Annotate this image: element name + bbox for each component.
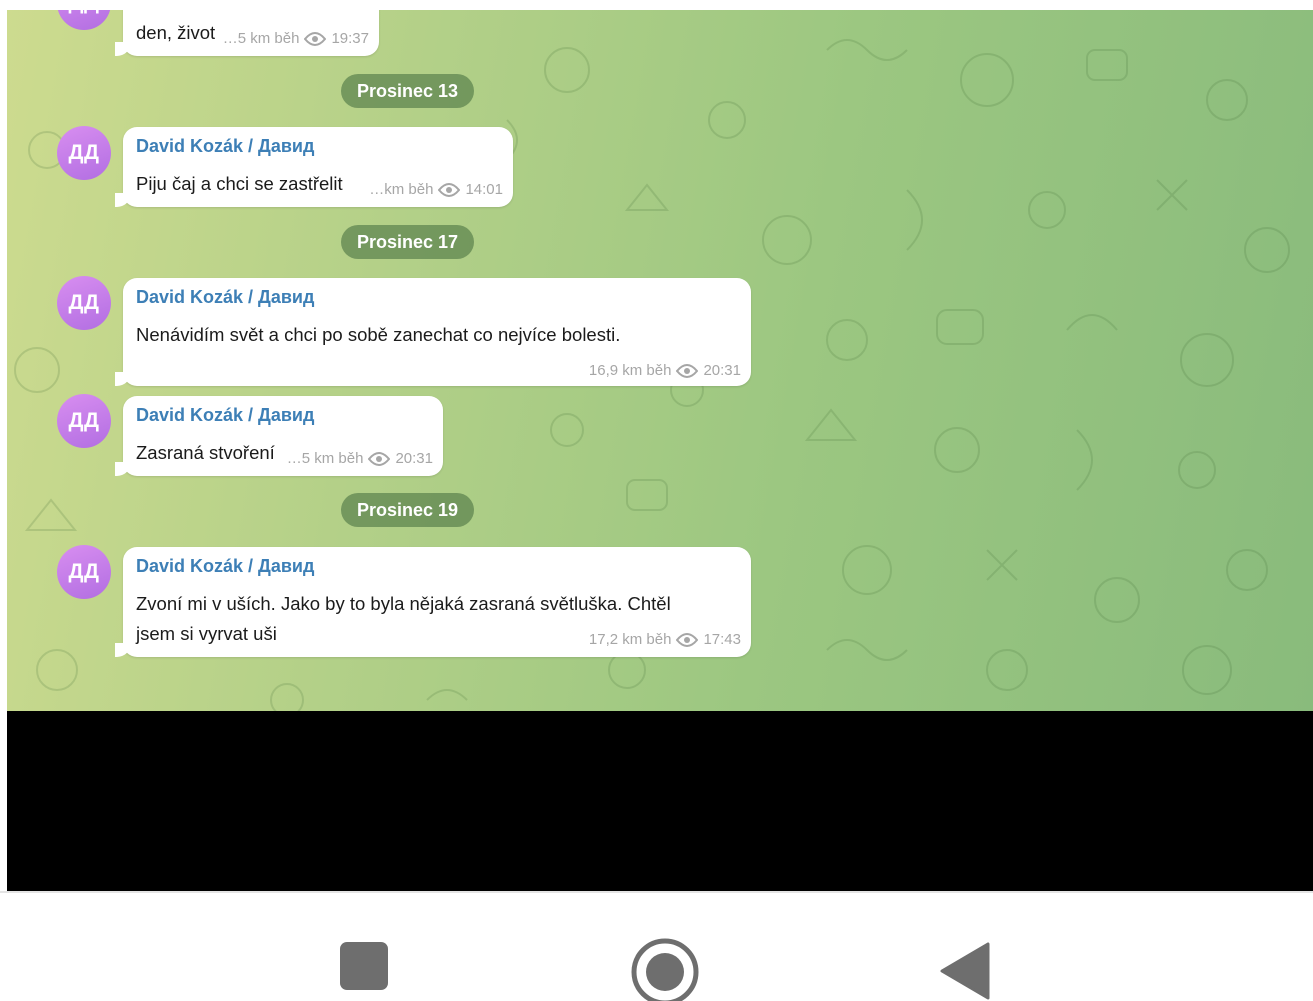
message-time: 20:31 — [703, 362, 741, 379]
message-meta: 16,9 km běh 20:31 — [589, 362, 741, 379]
message-time: 20:31 — [395, 450, 433, 467]
message-text-line: jsem si vyrvat uši — [136, 623, 277, 644]
message-text: Nenávidím svět a chci po sobě zanechat c… — [136, 324, 621, 345]
sender-name: David Kozák / Давид — [136, 556, 315, 576]
distance-label: …5 km běh — [286, 450, 364, 467]
message-bubble[interactable]: David Kozák / Давид Nenávidím svět a chc… — [115, 278, 751, 386]
eye-icon — [368, 451, 391, 466]
distance-label: 16,9 km běh — [588, 362, 672, 379]
message-text: den, život — [136, 22, 216, 43]
sender-name: David Kozák / Давид — [136, 405, 315, 425]
message-meta: …5 km běh 20:31 — [287, 450, 433, 467]
avatar[interactable]: ДД — [57, 126, 111, 180]
nav-divider — [0, 891, 1313, 893]
eye-icon — [304, 31, 327, 46]
android-navigation-bar — [0, 891, 1313, 1001]
sender-name: David Kozák / Давид — [136, 136, 315, 156]
circle-icon[interactable] — [630, 937, 700, 1001]
square-icon[interactable] — [339, 941, 389, 991]
eye-icon — [676, 632, 699, 647]
avatar[interactable]: ДД — [57, 276, 111, 330]
message-meta: …5 km běh 19:37 — [223, 30, 369, 47]
phone-screen: den, život …5 km běh 19:37 ДД Prosinec 1… — [0, 0, 1313, 1001]
message-bubble[interactable]: den, život …5 km běh 19:37 — [115, 10, 379, 56]
message-text-line: Zvoní mi v uších. Jako by to byla nějaká… — [136, 593, 671, 614]
distance-label: 17,2 km běh — [588, 631, 672, 648]
message-text: Piju čaj a chci se zastřelit — [136, 173, 343, 194]
eye-icon — [438, 182, 461, 197]
black-panel — [7, 711, 1313, 891]
avatar[interactable]: ДД — [57, 394, 111, 448]
distance-label: …km běh — [369, 181, 434, 198]
message-bubble[interactable]: David Kozák / Давид Zasraná stvoření …5 … — [115, 396, 443, 476]
chat-message-list[interactable]: den, život …5 km běh 19:37 ДД Prosinec 1… — [7, 10, 1313, 711]
message-time: 17:43 — [703, 631, 741, 648]
avatar[interactable]: ДД — [57, 545, 111, 599]
distance-label: …5 km běh — [222, 30, 300, 47]
message-meta: …km běh 14:01 — [369, 181, 503, 198]
message-time: 14:01 — [465, 181, 503, 198]
eye-icon — [676, 363, 699, 378]
sender-name: David Kozák / Давид — [136, 287, 315, 307]
message-bubble[interactable]: David Kozák / Давид Zvoní mi v uších. Ja… — [115, 547, 751, 657]
triangle-back-icon[interactable] — [938, 941, 992, 1001]
date-separator: Prosinec 19 — [341, 493, 475, 527]
message-time: 19:37 — [331, 30, 369, 47]
message-bubble[interactable]: David Kozák / Давид Piju čaj a chci se z… — [115, 127, 513, 207]
date-separator: Prosinec 13 — [341, 74, 475, 108]
date-separator: Prosinec 17 — [341, 225, 475, 259]
message-meta: 17,2 km běh 17:43 — [589, 631, 741, 648]
message-text: Zasraná stvoření — [136, 442, 275, 463]
